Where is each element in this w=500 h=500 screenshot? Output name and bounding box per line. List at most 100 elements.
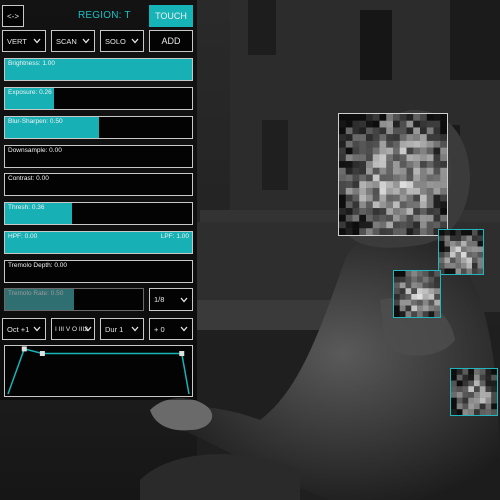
pixel-cell [426, 161, 434, 168]
pixel-cell [394, 294, 400, 300]
envelope-editor[interactable] [4, 345, 193, 397]
envelope-curve[interactable] [5, 346, 192, 396]
chevron-down-icon [131, 326, 139, 332]
pixel-cell [456, 392, 463, 398]
transpose-select[interactable]: + 0 [149, 318, 193, 340]
envelope-handle-3[interactable] [179, 351, 185, 357]
pixel-cell [359, 221, 367, 229]
pixel-cell [399, 187, 407, 195]
pixel-cell [394, 271, 400, 277]
pixel-cell [339, 127, 346, 135]
pixel-cell [422, 305, 429, 312]
pixel-cell [485, 374, 492, 381]
pixel-cell [352, 147, 360, 155]
pixel-cell [451, 392, 457, 398]
hpf-lpf-range-slider[interactable]: HPF: 0.00 LPF: 1.00 [4, 231, 193, 254]
pixel-cell [426, 181, 434, 189]
pixel-cell [440, 187, 447, 195]
pixel-cell [386, 174, 394, 182]
blur-sharpen-slider[interactable]: Blur-Sharpen: 0.50 [4, 116, 193, 139]
pixel-cell [359, 127, 367, 135]
pixel-cell [426, 194, 434, 202]
pixel-cell [345, 154, 353, 162]
pixel-cell [411, 282, 418, 289]
pixel-cell [366, 201, 373, 209]
pixel-cell [462, 380, 469, 387]
pixel-cell [462, 397, 469, 404]
duration-select[interactable]: Dur 1 [100, 318, 144, 340]
pixel-cell [422, 299, 429, 306]
exposure-slider[interactable]: Exposure: 0.26 [4, 87, 193, 110]
pixel-cell [472, 268, 478, 274]
pixel-cell [426, 187, 434, 195]
envelope-handle-1[interactable] [21, 346, 27, 352]
pixel-cell [366, 187, 373, 195]
envelope-handle-2[interactable] [39, 351, 45, 357]
pixel-cell [468, 380, 475, 387]
scan-select[interactable]: SCAN [51, 30, 95, 52]
pixel-cell [450, 246, 456, 253]
tremolo-depth-slider[interactable]: Tremolo Depth: 0.00 [4, 260, 193, 283]
pixel-cell [426, 114, 434, 121]
pixel-cell [339, 208, 346, 215]
pixel-cell [461, 241, 467, 247]
vert-select[interactable]: VERT [2, 30, 46, 52]
pixel-cell [393, 174, 400, 182]
pixel-cell [339, 161, 346, 168]
rate-division-select[interactable]: 1/8 [149, 288, 193, 311]
pixel-cell [428, 305, 435, 312]
pixel-cell [372, 187, 380, 195]
add-button[interactable]: ADD [149, 30, 193, 52]
pixel-cell [491, 403, 497, 410]
pixel-cell [393, 208, 400, 215]
downsample-slider[interactable]: Downsample: 0.00 [4, 145, 193, 168]
pixelated-arm-image [394, 271, 440, 317]
pixel-cell [479, 392, 486, 398]
panel-toggle-button[interactable]: <-> [2, 5, 24, 27]
pixel-cell [439, 241, 445, 247]
pixel-cell [440, 214, 447, 222]
pixel-cell [379, 134, 387, 142]
pixel-cell [440, 120, 447, 128]
pixel-cell [444, 246, 451, 253]
pixel-cell [399, 201, 407, 209]
pixel-cell [455, 257, 462, 264]
pixel-cell [474, 380, 480, 387]
pixel-cell [461, 257, 467, 264]
pixel-cell [393, 221, 400, 229]
pixel-cell [393, 134, 400, 142]
tremolo-rate-slider[interactable]: Tremolo Rate: 0.50 [4, 288, 144, 311]
pixel-cell [399, 228, 407, 235]
pixel-cell [345, 228, 353, 235]
touch-button[interactable]: TOUCH [149, 5, 193, 27]
contrast-slider[interactable]: Contrast: 0.00 [4, 173, 193, 196]
pixel-cell [359, 120, 367, 128]
pixel-cell [468, 403, 475, 410]
lpf-label: LPF: 1.00 [160, 233, 189, 240]
pixel-cell [393, 228, 400, 235]
pixel-cell [474, 374, 480, 381]
arm-region-2[interactable] [393, 270, 441, 318]
knee-region-3[interactable] [450, 368, 498, 416]
pixel-cell [366, 228, 373, 235]
octave-select[interactable]: Oct +1 [2, 318, 46, 340]
pixel-cell [444, 257, 451, 264]
pixel-cell [491, 397, 497, 404]
pixel-cell [345, 201, 353, 209]
pixelated-knee-image [451, 369, 497, 415]
pixel-cell [366, 194, 373, 202]
hand-region-1[interactable] [438, 229, 484, 275]
brightness-slider[interactable]: Brightness: 1.00 [4, 58, 193, 81]
hpf-label: HPF: 0.00 [8, 233, 38, 240]
pixel-cell [366, 181, 373, 189]
pixel-cell [386, 120, 394, 128]
pixel-cell [426, 228, 434, 235]
pixel-cell [433, 214, 441, 222]
face-region[interactable] [338, 113, 448, 236]
pixel-cell [345, 127, 353, 135]
pixel-cell [366, 214, 373, 222]
pixel-cell [491, 386, 497, 393]
thresh-slider[interactable]: Thresh: 0.36 [4, 202, 193, 225]
progression-select[interactable]: I III V O III2 [51, 318, 95, 340]
solo-select[interactable]: SOLO [100, 30, 144, 52]
